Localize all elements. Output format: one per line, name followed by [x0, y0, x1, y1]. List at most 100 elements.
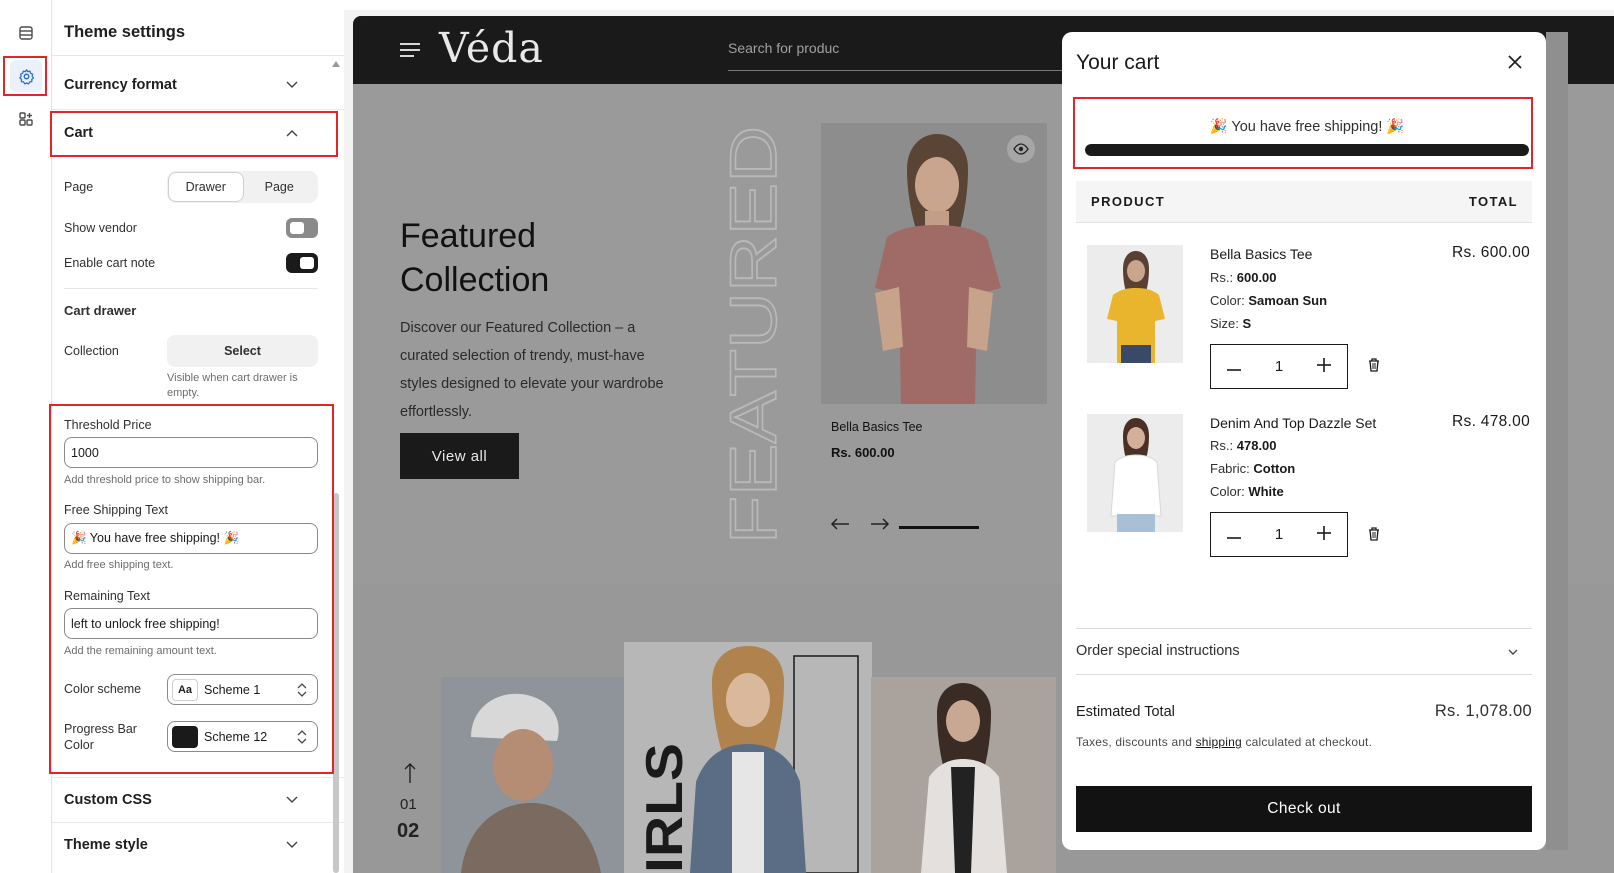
- accordion-label: Currency format: [64, 77, 177, 93]
- featured-vertical-text: FEATURED: [724, 125, 784, 544]
- order-instructions-toggle[interactable]: Order special instructions: [1076, 628, 1532, 675]
- vertical-word: FEATURED: [724, 126, 784, 544]
- search-underline: [728, 70, 1068, 71]
- arrow-up-icon[interactable]: [404, 762, 416, 784]
- scheme-swatch: [172, 725, 198, 748]
- view-all-button[interactable]: View all: [400, 433, 519, 479]
- hero-title: Featured Collection: [400, 217, 550, 299]
- tax-note: Taxes, discounts and shipping calculated…: [1076, 735, 1372, 749]
- cart-item-option: Color: Samoan Sun: [1210, 293, 1327, 308]
- sections-icon[interactable]: [10, 17, 42, 49]
- arrow-left-icon[interactable]: [830, 518, 850, 530]
- accordion-cart[interactable]: Cart: [64, 125, 326, 141]
- hero-product-name[interactable]: Bella Basics Tee: [831, 420, 923, 434]
- cart-item-price: Rs.: 600.00: [1210, 270, 1277, 285]
- shipping-link[interactable]: shipping: [1196, 735, 1242, 749]
- price-value: 600.00: [1236, 270, 1277, 285]
- panel-title: Theme settings: [64, 23, 186, 41]
- cart-item-option: Size: S: [1210, 316, 1251, 331]
- screen: Theme settings Currency format Cart Page…: [0, 0, 1614, 873]
- free-shipping-help: Add free shipping text.: [64, 559, 174, 571]
- slide-index-current: 01: [400, 796, 417, 813]
- chevron-down-icon: [286, 81, 298, 89]
- cart-item-image[interactable]: [1087, 245, 1183, 363]
- cart-item-option: Fabric: Cotton: [1210, 461, 1295, 476]
- theme-settings-gear-icon[interactable]: [10, 60, 42, 92]
- page-type-segmented-control: Drawer Page: [167, 171, 318, 203]
- store-logo[interactable]: Véda: [439, 24, 544, 72]
- divider: [52, 109, 344, 110]
- quantity-stepper: 1: [1210, 344, 1348, 389]
- trash-icon[interactable]: [1368, 527, 1380, 541]
- close-icon[interactable]: [1508, 55, 1522, 69]
- threshold-price-input[interactable]: 1000: [64, 437, 318, 468]
- threshold-label: Threshold Price: [64, 418, 152, 432]
- accordion-custom-css[interactable]: Custom CSS: [64, 792, 326, 808]
- quantity-input[interactable]: 1: [1256, 526, 1301, 543]
- select-arrows-icon: [297, 730, 307, 744]
- hamburger-menu-icon[interactable]: [400, 42, 420, 58]
- option-value: White: [1248, 484, 1284, 499]
- color-scheme-label: Color scheme: [64, 682, 142, 696]
- panel-scrollbar[interactable]: [333, 493, 339, 873]
- plus-icon[interactable]: [1302, 357, 1347, 376]
- collection-card-women[interactable]: [871, 677, 1056, 873]
- threshold-help: Add threshold price to show shipping bar…: [64, 474, 266, 486]
- trash-icon[interactable]: [1368, 358, 1380, 372]
- collection-select-button[interactable]: Select: [167, 335, 318, 367]
- checkout-button[interactable]: Check out: [1076, 786, 1532, 832]
- store-search-input[interactable]: Search for produc: [728, 40, 839, 56]
- progress-bar-color-label: Progress Bar Color: [64, 722, 137, 752]
- cart-item-image[interactable]: [1087, 414, 1183, 532]
- tax-text: Taxes, discounts and: [1076, 735, 1196, 749]
- hero-description: Discover our Featured Collection – a cur…: [400, 320, 664, 420]
- chevron-down-icon: [286, 841, 298, 849]
- cart-table-header: PRODUCT TOTAL: [1076, 181, 1532, 223]
- minus-icon[interactable]: [1211, 526, 1256, 543]
- cart-note-toggle[interactable]: [286, 253, 318, 273]
- quick-view-eye-icon[interactable]: [1007, 135, 1035, 163]
- plus-icon[interactable]: [1302, 525, 1347, 544]
- app-icon-rail: [0, 0, 52, 873]
- arrow-right-icon[interactable]: [870, 518, 890, 530]
- order-instructions-label: Order special instructions: [1076, 643, 1240, 659]
- app-blocks-icon[interactable]: [10, 103, 42, 135]
- scroll-up-arrow-icon[interactable]: [331, 60, 341, 68]
- option-value: S: [1242, 316, 1252, 331]
- option-label: Color:: [1210, 293, 1245, 308]
- select-arrows-icon: [297, 683, 307, 697]
- col-total: TOTAL: [1468, 194, 1518, 209]
- divider: [52, 822, 344, 823]
- accordion-currency-format[interactable]: Currency format: [64, 77, 326, 93]
- divider: [52, 55, 344, 56]
- theme-settings-panel: Theme settings Currency format Cart Page…: [52, 10, 344, 873]
- minus-icon[interactable]: [1211, 358, 1256, 375]
- segment-page[interactable]: Page: [243, 173, 317, 201]
- segment-drawer[interactable]: Drawer: [169, 173, 243, 201]
- option-label: Color:: [1210, 484, 1245, 499]
- cart-item-name[interactable]: Bella Basics Tee: [1210, 246, 1312, 262]
- cart-item-option: Color: White: [1210, 484, 1284, 499]
- remaining-text-label: Remaining Text: [64, 589, 150, 603]
- progress-bar-color-select[interactable]: Scheme 12: [167, 721, 318, 752]
- free-shipping-text-label: Free Shipping Text: [64, 503, 168, 517]
- cart-item-total: Rs. 600.00: [1452, 244, 1530, 261]
- chevron-up-icon: [286, 129, 298, 137]
- cart-item-total: Rs. 478.00: [1452, 413, 1530, 430]
- accordion-theme-style[interactable]: Theme style: [64, 837, 326, 853]
- free-shipping-message: 🎉 You have free shipping! 🎉: [1209, 119, 1405, 135]
- quantity-stepper: 1: [1210, 512, 1348, 557]
- product-image-bella-tee[interactable]: [821, 123, 1047, 404]
- quantity-input[interactable]: 1: [1256, 358, 1301, 375]
- chevron-down-icon: [286, 796, 298, 804]
- estimated-total-label: Estimated Total: [1076, 704, 1175, 720]
- color-scheme-select[interactable]: Aa Scheme 1: [167, 674, 318, 705]
- remaining-text-input[interactable]: left to unlock free shipping!: [64, 608, 318, 639]
- collection-card-girls[interactable]: IRLS: [624, 642, 872, 873]
- free-shipping-text-input[interactable]: 🎉 You have free shipping! 🎉: [64, 523, 318, 554]
- collection-card-men[interactable]: [441, 677, 625, 873]
- remaining-help: Add the remaining amount text.: [64, 645, 217, 657]
- option-value: Cotton: [1253, 461, 1296, 476]
- cart-item-name[interactable]: Denim And Top Dazzle Set: [1210, 415, 1376, 431]
- show-vendor-toggle[interactable]: [286, 218, 318, 238]
